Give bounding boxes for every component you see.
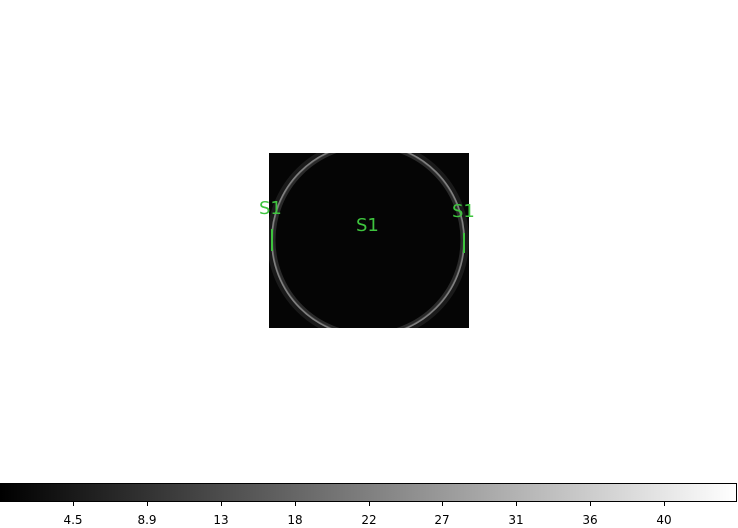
region-label-center[interactable]: S1 — [356, 217, 379, 235]
colorbar-tick-label: 36 — [582, 513, 598, 527]
colorbar-tick — [516, 502, 517, 506]
colorbar-tick-label: 18 — [287, 513, 303, 527]
image-display[interactable] — [269, 153, 469, 328]
colorbar-tick — [147, 502, 148, 506]
ring-image — [269, 153, 469, 328]
colorbar-tick-label: 31 — [508, 513, 524, 527]
colorbar-tick — [221, 502, 222, 506]
region-label-left[interactable]: S1 — [259, 200, 282, 218]
colorbar-tick — [590, 502, 591, 506]
colorbar-tick — [664, 502, 665, 506]
colorbar-tick-label: 27 — [434, 513, 450, 527]
ring-edge — [271, 153, 465, 328]
ring-outer-halo — [269, 153, 469, 328]
colorbar-tick — [442, 502, 443, 506]
image-viewer[interactable]: S1 S1 S1 4.5 8.9 13 18 22 27 31 36 40 — [0, 0, 738, 528]
colorbar[interactable] — [0, 483, 737, 502]
colorbar-tick — [73, 502, 74, 506]
region-label-right[interactable]: S1 — [452, 203, 475, 221]
colorbar-tick-label: 4.5 — [63, 513, 83, 527]
colorbar-tick-label: 40 — [656, 513, 672, 527]
colorbar-tick-label: 22 — [361, 513, 377, 527]
ring-inner-glow — [272, 153, 464, 328]
colorbar-tick-label: 13 — [213, 513, 229, 527]
colorbar-tick — [295, 502, 296, 506]
colorbar-tick-label: 8.9 — [137, 513, 157, 527]
colorbar-tick — [369, 502, 370, 506]
